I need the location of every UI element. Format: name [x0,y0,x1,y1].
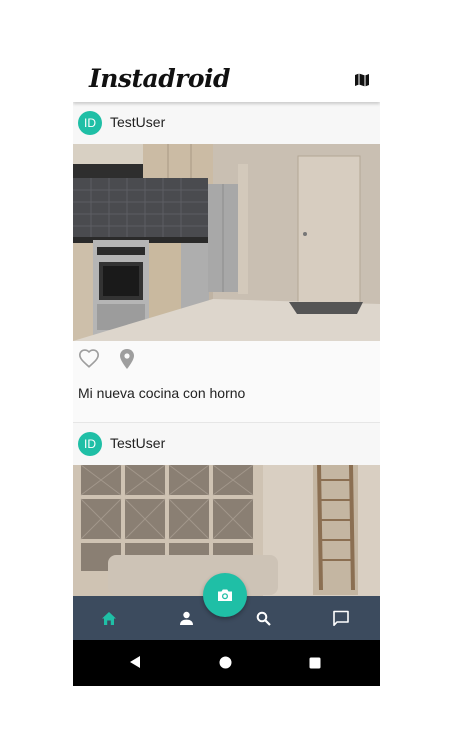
post-header: ID TestUser [73,102,380,144]
system-navigation-bar [73,640,380,686]
map-icon[interactable] [354,72,370,88]
chat-icon[interactable] [328,605,354,631]
search-icon[interactable] [250,605,276,631]
post-card: ID TestUser [73,102,380,423]
camera-fab-button[interactable] [203,573,247,617]
app-title: Instadroid [89,64,231,93]
person-icon[interactable] [173,605,199,631]
avatar[interactable]: ID [78,432,102,456]
caption-text: Mi nueva cocina con horno [78,385,246,401]
avatar[interactable]: ID [78,111,102,135]
app-bar: Instadroid [73,58,380,102]
post-caption: Mi nueva cocina con horno [73,377,380,423]
camera-icon [217,588,233,602]
recents-icon[interactable] [309,656,321,674]
app-screen: Instadroid ID TestUser Mi nueva cocina c… [73,58,380,686]
home-circle-icon[interactable] [219,656,232,674]
heart-outline-icon[interactable] [78,348,100,370]
post-card: ID TestUser [73,423,380,596]
post-username[interactable]: TestUser [110,435,165,451]
post-actions [73,341,380,377]
location-pin-icon[interactable] [118,348,136,370]
post-username[interactable]: TestUser [110,114,165,130]
post-header: ID TestUser [73,423,380,465]
kitchen-photo[interactable] [73,144,380,341]
post-feed[interactable]: ID TestUser Mi nueva cocina con horno ID… [73,102,380,596]
home-icon[interactable] [96,605,122,631]
back-icon[interactable] [129,655,141,674]
